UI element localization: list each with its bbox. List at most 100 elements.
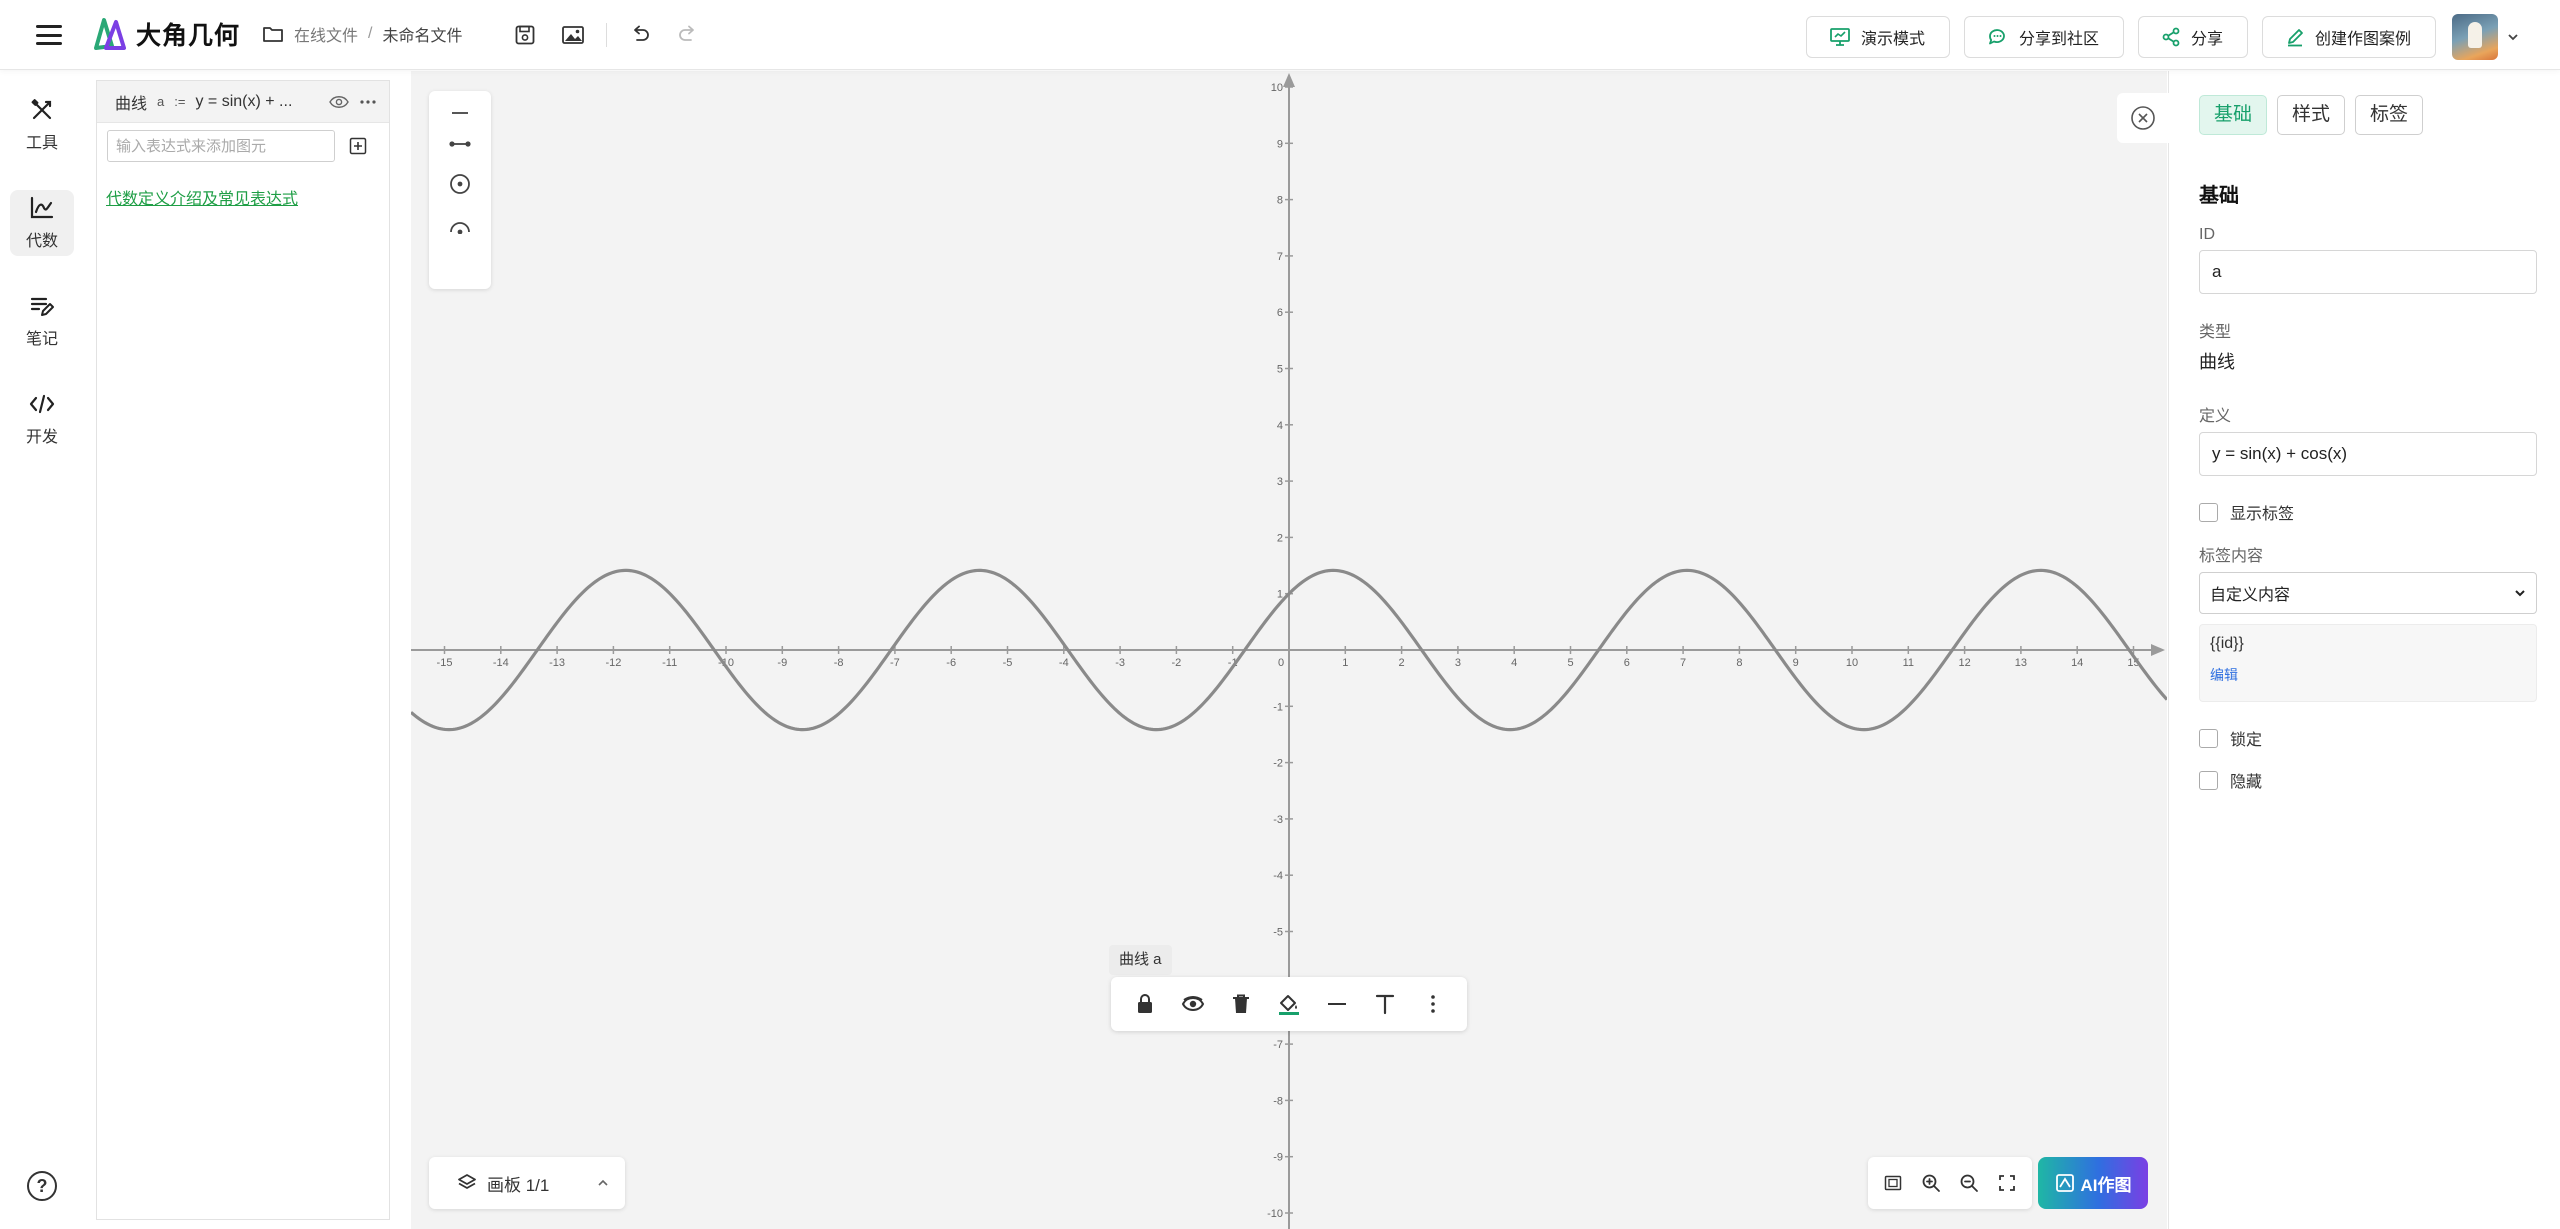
fill-color-icon[interactable]	[1272, 987, 1306, 1021]
rail-item-notes[interactable]: 笔记	[10, 288, 74, 354]
x-tick-label: -11	[662, 657, 677, 669]
undo-icon[interactable]	[625, 20, 655, 50]
y-tick-label: -8	[1273, 1095, 1283, 1107]
lock-check[interactable]	[2199, 728, 2218, 748]
y-tick-label: -2	[1273, 758, 1283, 770]
label-template-box: {{id}} 编辑	[2199, 624, 2537, 702]
toggle-visibility-icon[interactable]	[1176, 987, 1210, 1021]
x-tick-label: -15	[437, 657, 453, 669]
algebra-help-link[interactable]: 代数定义介绍及常见表达式	[106, 185, 389, 209]
definition-label: 定义	[2199, 408, 2232, 425]
arc-tool-icon[interactable]	[449, 220, 471, 234]
circle-tool-icon[interactable]	[449, 173, 471, 195]
show-label-checkbox[interactable]: 显示标签	[2199, 500, 2539, 524]
rail-item-dev[interactable]: 开发	[10, 386, 74, 452]
rail-item-notes-label: 笔记	[25, 331, 58, 348]
breadcrumb-folder[interactable]: 在线文件	[294, 22, 358, 46]
object-definition: y = sin(x) + ...	[195, 92, 293, 110]
expression-input[interactable]	[107, 130, 335, 162]
object-id: a	[157, 94, 165, 109]
label-content-value: 自定义内容	[2210, 587, 2291, 604]
export-image-icon[interactable]	[558, 20, 588, 50]
breadcrumb: 在线文件 / 未命名文件	[262, 22, 462, 46]
show-label-check[interactable]	[2199, 502, 2218, 522]
rail-item-tools[interactable]: 工具	[10, 92, 74, 158]
object-assign: :=	[174, 94, 186, 109]
hamburger-menu-icon[interactable]	[34, 22, 64, 48]
rail-item-tools-label: 工具	[25, 135, 58, 152]
selection-label: 曲线 a	[1109, 945, 1172, 975]
presentation-mode-label: 演示模式	[1860, 31, 1925, 48]
user-menu[interactable]	[2452, 14, 2520, 60]
text-label-icon[interactable]	[1368, 987, 1402, 1021]
presentation-mode-button[interactable]: 演示模式	[1805, 16, 1950, 58]
geometry-canvas[interactable]: -15 -14 -13 -12 -11 -10 -9 -8 -7 -6 -5 -4 -3 -2 -1 0 1 2 3…	[411, 71, 2167, 1229]
create-case-label: 创建作图案例	[2314, 31, 2411, 48]
x-tick-label: -2	[1172, 657, 1182, 669]
fullscreen-icon[interactable]	[1992, 1168, 2022, 1198]
layers-switcher[interactable]: 画板 1/1	[429, 1157, 625, 1209]
x-tick-label: 11	[1903, 657, 1914, 669]
coordinate-plane[interactable]: -15 -14 -13 -12 -11 -10 -9 -8 -7 -6 -5 -4 -3 -2 -1 0 1 2 3…	[411, 71, 2167, 1229]
add-element-icon[interactable]	[349, 137, 367, 155]
x-tick-label: 2	[1399, 657, 1405, 669]
hide-check[interactable]	[2199, 770, 2218, 790]
x-tick-label: 10	[1846, 657, 1858, 669]
y-tick-label: -5	[1273, 927, 1283, 939]
layers-label: 画板 1/1	[487, 1175, 550, 1195]
x-tick-label: 4	[1511, 657, 1517, 669]
object-context-toolbar	[1111, 977, 1467, 1031]
fit-view-icon[interactable]	[1878, 1168, 1908, 1198]
lock-checkbox[interactable]: 锁定	[2199, 726, 2539, 750]
line-style-icon[interactable]	[1320, 987, 1354, 1021]
visibility-eye-icon[interactable]	[329, 95, 349, 109]
x-tick-label: -9	[777, 657, 787, 669]
quick-tools	[429, 91, 491, 289]
x-tick-label: -8	[834, 657, 844, 669]
edit-template-link[interactable]: 编辑	[2210, 665, 2526, 685]
zoom-out-icon[interactable]	[1954, 1168, 1984, 1198]
share-to-community-label: 分享到社区	[2018, 31, 2099, 48]
y-tick-label: 4	[1277, 420, 1283, 432]
zoom-in-icon[interactable]	[1916, 1168, 1946, 1198]
create-case-button[interactable]: 创建作图案例	[2261, 16, 2436, 58]
algebra-object-row[interactable]: 曲线 a := y = sin(x) + ...	[97, 81, 389, 123]
share-to-community-button[interactable]: 分享到社区	[1963, 16, 2124, 58]
expression-input-row	[97, 123, 389, 169]
segment-tool-icon[interactable]	[449, 140, 471, 148]
rail-item-algebra[interactable]: 代数	[10, 190, 74, 256]
label-template-text: {{id}}	[2210, 635, 2244, 652]
tab-basic[interactable]: 基础	[2199, 95, 2268, 135]
label-content-select[interactable]: 自定义内容	[2199, 572, 2537, 614]
definition-field[interactable]: y = sin(x) + cos(x)	[2199, 432, 2537, 476]
x-tick-label: -3	[1115, 657, 1125, 669]
tab-style[interactable]: 样式	[2277, 95, 2346, 135]
avatar[interactable]	[2452, 14, 2498, 60]
hide-text: 隐藏	[2230, 774, 2263, 791]
line-tool-icon[interactable]	[450, 111, 470, 115]
top-bar: 大角几何 在线文件 / 未命名文件 演示模式 分享到社区 分享 创建作图案例	[0, 0, 2560, 70]
x-tick-label: 9	[1793, 657, 1799, 669]
x-tick-label: 1	[1342, 657, 1348, 669]
close-panel-icon[interactable]	[2117, 93, 2169, 143]
breadcrumb-file[interactable]: 未命名文件	[382, 22, 462, 46]
id-field[interactable]: a	[2199, 250, 2537, 294]
properties-panel: 基础 样式 标签 基础 ID a 类型 曲线 定义 y = sin(x) + c…	[2117, 71, 2560, 1229]
properties-tabs: 基础 样式 标签	[2199, 95, 2424, 135]
app-root: 大角几何 在线文件 / 未命名文件 演示模式 分享到社区 分享 创建作图案例 工…	[0, 0, 2560, 1229]
hide-checkbox[interactable]: 隐藏	[2199, 768, 2539, 792]
ai-draw-button[interactable]: AI作图	[2038, 1157, 2148, 1209]
lock-icon[interactable]	[1128, 987, 1162, 1021]
logo-mark-icon	[94, 18, 126, 50]
tab-label[interactable]: 标签	[2355, 95, 2424, 135]
object-type: 曲线	[115, 95, 148, 113]
share-icon	[2162, 27, 2180, 47]
x-tick-label: 5	[1567, 657, 1573, 669]
save-icon[interactable]	[510, 20, 540, 50]
more-horizontal-icon[interactable]	[359, 99, 377, 105]
share-button[interactable]: 分享	[2137, 16, 2248, 58]
delete-icon[interactable]	[1224, 987, 1258, 1021]
redo-icon[interactable]	[673, 20, 703, 50]
help-icon[interactable]: ?	[27, 1171, 57, 1201]
more-vertical-icon[interactable]	[1416, 987, 1450, 1021]
